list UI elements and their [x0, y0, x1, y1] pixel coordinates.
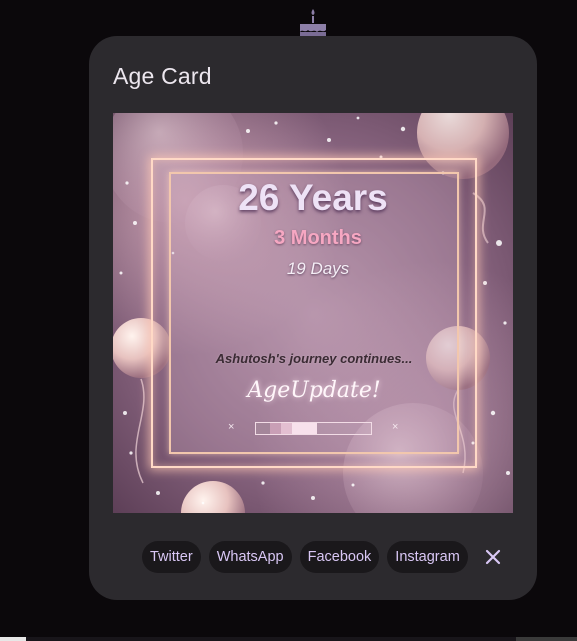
share-buttons: Twitter WhatsApp Facebook Instagram	[142, 541, 468, 573]
bottom-edge-mark	[0, 637, 26, 641]
share-facebook-button[interactable]: Facebook	[299, 541, 380, 573]
journey-tagline: Ashutosh's journey continues...	[215, 351, 413, 366]
progress-fill	[291, 423, 317, 434]
age-card-dialog: Age Card 26 Years 3 Months 19 Days Ashut…	[89, 36, 537, 600]
decor-mark-left: ×	[228, 421, 235, 433]
progress-bar	[255, 422, 372, 435]
birthday-cake-icon	[300, 9, 326, 37]
progress-seg	[269, 423, 282, 434]
share-twitter-button[interactable]: Twitter	[142, 541, 201, 573]
age-months: 3 Months	[274, 227, 362, 249]
age-days: 19 Days	[286, 259, 350, 278]
bottom-edge	[0, 637, 577, 641]
age-years: 26 Years	[238, 177, 388, 218]
age-card-image: 26 Years 3 Months 19 Days Ashutosh's jou…	[113, 113, 513, 513]
dialog-title: Age Card	[113, 63, 212, 89]
decor-mark-right: ×	[392, 421, 399, 433]
progress-seg	[281, 423, 292, 434]
bottom-edge-mark	[516, 637, 577, 641]
share-instagram-button[interactable]: Instagram	[387, 541, 468, 573]
close-button[interactable]	[480, 544, 506, 570]
progress-seg	[256, 423, 270, 434]
share-whatsapp-button[interactable]: WhatsApp	[208, 541, 292, 573]
brand-logo: AgeUpdate!	[247, 378, 381, 403]
close-icon	[485, 549, 501, 565]
